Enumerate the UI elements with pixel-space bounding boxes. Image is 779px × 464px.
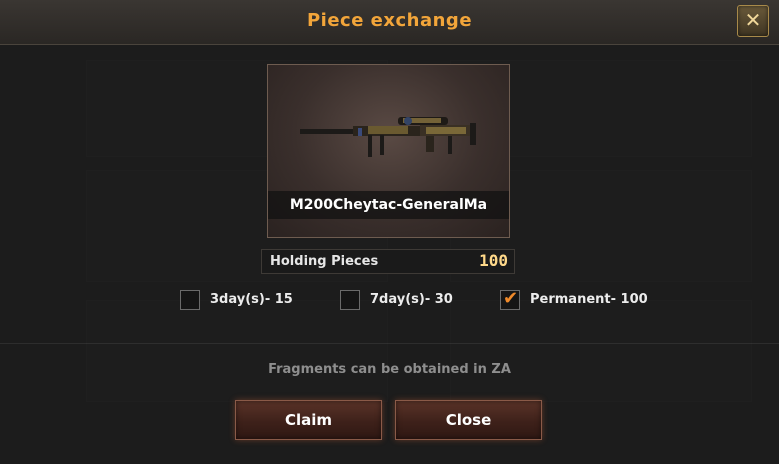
holding-pieces-row: Holding Pieces 100 [261, 249, 515, 274]
claim-button[interactable]: Claim [235, 400, 382, 440]
option-permanent-label: Permanent- 100 [530, 292, 648, 307]
checkbox-7day[interactable] [340, 290, 360, 310]
fragments-hint: Fragments can be obtained in ZA [268, 362, 511, 377]
close-icon[interactable]: ✕ [737, 5, 769, 37]
checkbox-3day[interactable] [180, 290, 200, 310]
option-7day-label: 7day(s)- 30 [370, 292, 453, 307]
dialog-titlebar: Piece exchange ✕ [0, 0, 779, 45]
dialog-title: Piece exchange [306, 10, 473, 31]
close-button[interactable]: Close [395, 400, 542, 440]
option-3day-label: 3day(s)- 15 [210, 292, 293, 307]
checkbox-permanent[interactable]: ✔ [500, 288, 520, 310]
holding-pieces-value: 100 [479, 251, 508, 270]
sniper-rifle-image [300, 117, 476, 157]
checkmark-icon: ✔ [503, 288, 519, 309]
holding-pieces-label: Holding Pieces [270, 254, 379, 269]
item-name: M200Cheytac-GeneralMa [289, 197, 488, 213]
item-name-bar: M200Cheytac-GeneralMa [268, 191, 509, 219]
piece-exchange-dialog: Piece exchange ✕ M200Cheytac-GeneralMa H… [0, 0, 779, 464]
divider [0, 343, 779, 344]
item-card: M200Cheytac-GeneralMa [267, 64, 510, 238]
